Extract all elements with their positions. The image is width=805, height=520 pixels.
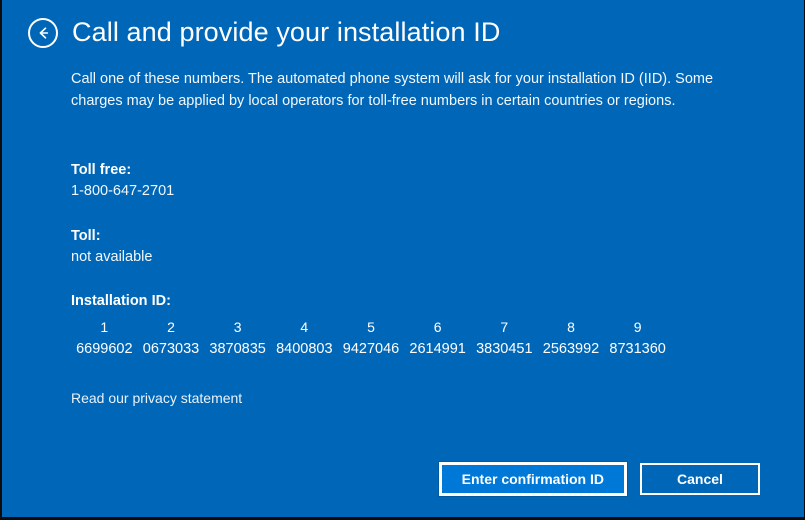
- intro-paragraph: Call one of these numbers. The automated…: [71, 71, 714, 109]
- group-digits: 8400803: [276, 341, 333, 357]
- group-index: 3: [233, 319, 242, 335]
- page-title: Call and provide your installation ID: [72, 17, 501, 48]
- installation-id-group: 4 8400803: [271, 316, 338, 360]
- toll-block: Toll: not available: [71, 226, 671, 268]
- toll-value: not available: [71, 249, 153, 265]
- installation-id-group: 8 2563992: [538, 316, 605, 360]
- group-digits: 3830451: [476, 341, 533, 357]
- installation-id-group: 7 3830451: [471, 316, 538, 360]
- group-index: 1: [100, 319, 109, 335]
- group-digits: 0673033: [142, 341, 200, 357]
- toll-free-block: Toll free: 1-800-647-2701: [71, 160, 671, 202]
- enter-confirmation-id-button[interactable]: Enter confirmation ID: [437, 461, 629, 497]
- group-digits: 3870835: [209, 341, 266, 357]
- toll-free-value: 1-800-647-2701: [71, 183, 175, 199]
- group-digits: 2563992: [542, 341, 600, 357]
- group-index: 4: [300, 319, 309, 335]
- installation-id-label: Installation ID:: [71, 293, 171, 309]
- group-digits: 2614991: [409, 341, 466, 357]
- group-digits: 9427046: [342, 341, 400, 357]
- footer-actions: Enter confirmation ID Cancel: [437, 461, 760, 497]
- group-digits: 6699602: [76, 341, 133, 357]
- installation-id-group: 6 2614991: [404, 316, 471, 360]
- group-index: 9: [633, 319, 642, 335]
- group-index: 2: [167, 319, 175, 335]
- group-digits: 8731360: [609, 341, 666, 357]
- installation-id-group: 9 8731360: [604, 316, 671, 360]
- installation-id-group: 3 3870835: [204, 316, 271, 360]
- installation-id-grid: 1 6699602 2 0673033 3 3870835 4 8400803 …: [71, 316, 671, 360]
- toll-label: Toll:: [71, 228, 101, 244]
- back-arrow-icon: [34, 24, 52, 42]
- installation-id-group: 1 6699602: [71, 316, 138, 360]
- page-header: Call and provide your installation ID: [28, 17, 501, 48]
- group-index: 5: [367, 319, 375, 335]
- installation-id-section: Installation ID: 1 6699602 2 0673033 3 3…: [71, 291, 691, 360]
- group-index: 8: [567, 319, 575, 335]
- toll-free-label: Toll free:: [71, 162, 132, 178]
- cancel-button[interactable]: Cancel: [640, 463, 760, 495]
- activation-window: Call and provide your installation ID Ca…: [2, 0, 804, 517]
- group-index: 7: [500, 319, 509, 335]
- back-button[interactable]: [28, 18, 58, 48]
- installation-id-group: 2 0673033: [138, 316, 205, 360]
- phone-numbers-section: Toll free: 1-800-647-2701 Toll: not avai…: [71, 160, 671, 268]
- privacy-statement-link[interactable]: Read our privacy statement: [71, 388, 242, 408]
- installation-id-group: 5 9427046: [338, 316, 405, 360]
- group-index: 6: [433, 319, 442, 335]
